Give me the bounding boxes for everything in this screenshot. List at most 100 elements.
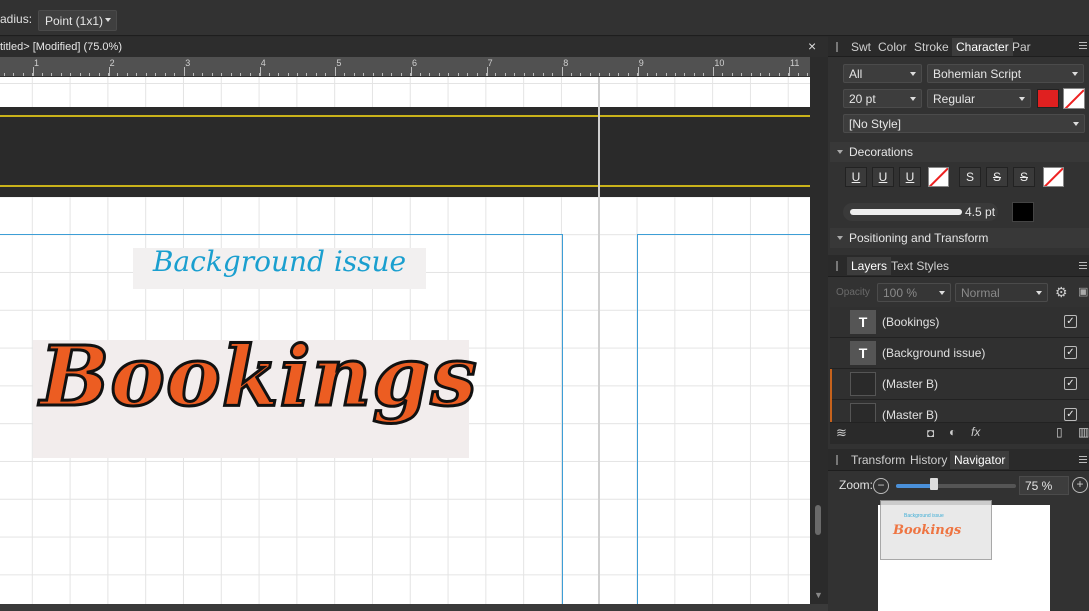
bookings-text[interactable]: Bookings bbox=[39, 328, 479, 427]
trash-icon[interactable]: ▥ bbox=[1078, 425, 1089, 439]
gear-icon[interactable]: ⚙ bbox=[1055, 284, 1068, 301]
tab-layers[interactable]: Layers bbox=[847, 257, 892, 275]
ruler-minor-tick bbox=[70, 73, 72, 76]
ruler-minor-tick bbox=[382, 73, 383, 76]
positioning-section-header[interactable]: Positioning and Transform bbox=[830, 228, 1089, 248]
ruler-label: 1 bbox=[34, 58, 40, 68]
ruler-minor-tick bbox=[296, 73, 298, 76]
font-size-dropdown[interactable]: 20 pt bbox=[843, 89, 922, 108]
strike-button-3[interactable]: S bbox=[1013, 167, 1035, 187]
visibility-checkbox[interactable]: ✓ bbox=[1064, 346, 1077, 359]
underline-button-1[interactable]: U bbox=[845, 167, 867, 187]
blend-mode-dropdown[interactable]: Normal bbox=[955, 283, 1048, 302]
background-issue-text[interactable]: Background issue bbox=[133, 245, 426, 278]
visibility-checkbox[interactable]: ✓ bbox=[1064, 408, 1077, 421]
panel-menu-icon[interactable] bbox=[1079, 42, 1087, 49]
ruler-minor-tick bbox=[60, 73, 62, 76]
tab-navigator[interactable]: Navigator bbox=[950, 451, 1010, 469]
panel-menu-icon[interactable] bbox=[1079, 456, 1087, 463]
layer-row[interactable]: (Master B) ✓ bbox=[830, 369, 1089, 400]
zoom-slider-handle[interactable] bbox=[930, 478, 939, 490]
ruler-minor-tick bbox=[627, 73, 629, 76]
layers-stack-icon[interactable]: ≋ bbox=[836, 425, 847, 441]
tab-stroke[interactable]: Stroke bbox=[914, 40, 949, 54]
font-weight-dropdown[interactable]: Regular bbox=[927, 89, 1031, 108]
navigator-viewport-box[interactable]: Background issue Bookings bbox=[880, 500, 992, 560]
lock-icon[interactable]: ▣ bbox=[1078, 285, 1088, 298]
horizontal-scrollbar[interactable] bbox=[0, 604, 828, 611]
tab-paragraph[interactable]: Par bbox=[1012, 40, 1031, 54]
panel-menu-icon[interactable] bbox=[1079, 262, 1087, 269]
document-canvas[interactable]: Background issue Bookings bbox=[0, 77, 810, 611]
font-family-value: Bohemian Script bbox=[933, 67, 1022, 81]
scroll-down-icon[interactable]: ▼ bbox=[814, 590, 823, 600]
stroke-width-value[interactable]: 4.5 pt bbox=[965, 205, 995, 219]
radius-dropdown[interactable]: Point (1x1) bbox=[38, 10, 117, 31]
tab-character[interactable]: Character bbox=[952, 38, 1013, 56]
ruler-minor-tick bbox=[419, 73, 421, 76]
ruler-minor-tick bbox=[259, 73, 261, 76]
tab-transform[interactable]: Transform bbox=[851, 453, 905, 467]
decoration-color-swatch[interactable] bbox=[1012, 202, 1034, 222]
mask-icon[interactable]: ◘ bbox=[927, 426, 934, 440]
master-layer-thumbnail bbox=[850, 403, 876, 422]
tab-swatches[interactable]: Swt bbox=[851, 40, 871, 54]
ruler-minor-tick bbox=[136, 73, 138, 76]
ruler-label: 9 bbox=[638, 58, 644, 68]
underline-color-none-swatch[interactable] bbox=[928, 167, 949, 187]
tab-color[interactable]: Color bbox=[878, 40, 907, 54]
zoom-out-icon[interactable]: − bbox=[873, 478, 889, 494]
ruler-minor-tick bbox=[325, 73, 327, 76]
tab-history[interactable]: History bbox=[910, 453, 947, 467]
ruler-minor-tick bbox=[240, 73, 242, 76]
zoom-value-field[interactable]: 75 % bbox=[1019, 476, 1069, 495]
document-tab-title[interactable]: titled> [Modified] (75.0%) bbox=[0, 41, 122, 53]
ruler-minor-tick bbox=[656, 73, 658, 76]
font-family-dropdown[interactable]: Bohemian Script bbox=[927, 64, 1084, 83]
underline-button-3[interactable]: U bbox=[899, 167, 921, 187]
strike-color-none-swatch[interactable] bbox=[1043, 167, 1064, 187]
fx-icon[interactable]: fx bbox=[971, 425, 980, 439]
strike-button-2[interactable]: S bbox=[986, 167, 1008, 187]
context-toolbar bbox=[0, 0, 1089, 36]
ruler-minor-tick bbox=[561, 73, 563, 76]
strike-button-1[interactable]: S bbox=[959, 167, 981, 187]
text-fill-color-swatch[interactable] bbox=[1037, 89, 1059, 108]
character-style-dropdown[interactable]: [No Style] bbox=[843, 114, 1085, 133]
adjustment-icon[interactable]: ◐ bbox=[949, 425, 956, 439]
ruler-minor-tick bbox=[13, 73, 15, 76]
horizontal-ruler[interactable]: 1 2 3 4 5 6 7 8 9 10 11 bbox=[0, 57, 810, 77]
ruler-minor-tick bbox=[693, 73, 695, 76]
panel-grip-icon[interactable] bbox=[836, 455, 838, 465]
visibility-checkbox[interactable]: ✓ bbox=[1064, 315, 1077, 328]
decorations-title: Decorations bbox=[849, 145, 914, 159]
panel-grip-icon[interactable] bbox=[836, 261, 838, 271]
ruler-minor-tick bbox=[533, 73, 535, 76]
ruler-minor-tick bbox=[4, 73, 5, 76]
layer-row[interactable]: (Master B) ✓ bbox=[830, 400, 1089, 423]
ruler-minor-tick bbox=[769, 73, 771, 76]
text-stroke-none-swatch[interactable] bbox=[1063, 88, 1085, 109]
visibility-checkbox[interactable]: ✓ bbox=[1064, 377, 1077, 390]
opacity-dropdown[interactable]: 100 % bbox=[877, 283, 951, 302]
underline-button-2[interactable]: U bbox=[872, 167, 894, 187]
panel-grip-icon[interactable] bbox=[836, 42, 838, 52]
layer-name: (Master B) bbox=[882, 377, 939, 391]
layer-row[interactable]: T (Bookings) ✓ bbox=[830, 307, 1089, 338]
ruler-minor-tick bbox=[107, 73, 109, 76]
ruler-minor-tick bbox=[391, 73, 393, 76]
close-document-icon[interactable]: × bbox=[808, 38, 816, 54]
layer-row[interactable]: T (Background issue) ✓ bbox=[830, 338, 1089, 369]
ruler-minor-tick bbox=[599, 73, 601, 76]
add-layer-icon[interactable]: ▯ bbox=[1056, 425, 1063, 439]
scrollbar-thumb[interactable] bbox=[815, 505, 821, 535]
dark-header-band[interactable] bbox=[0, 107, 810, 197]
scope-dropdown[interactable]: All bbox=[843, 64, 922, 83]
ruler-minor-tick bbox=[221, 73, 223, 76]
ruler-minor-tick bbox=[637, 73, 639, 76]
font-size-value: 20 pt bbox=[849, 92, 876, 106]
font-weight-value: Regular bbox=[933, 92, 976, 106]
decorations-section-header[interactable]: Decorations bbox=[830, 142, 1089, 162]
zoom-in-icon[interactable]: + bbox=[1072, 477, 1088, 493]
tab-text-styles[interactable]: Text Styles bbox=[891, 259, 949, 273]
